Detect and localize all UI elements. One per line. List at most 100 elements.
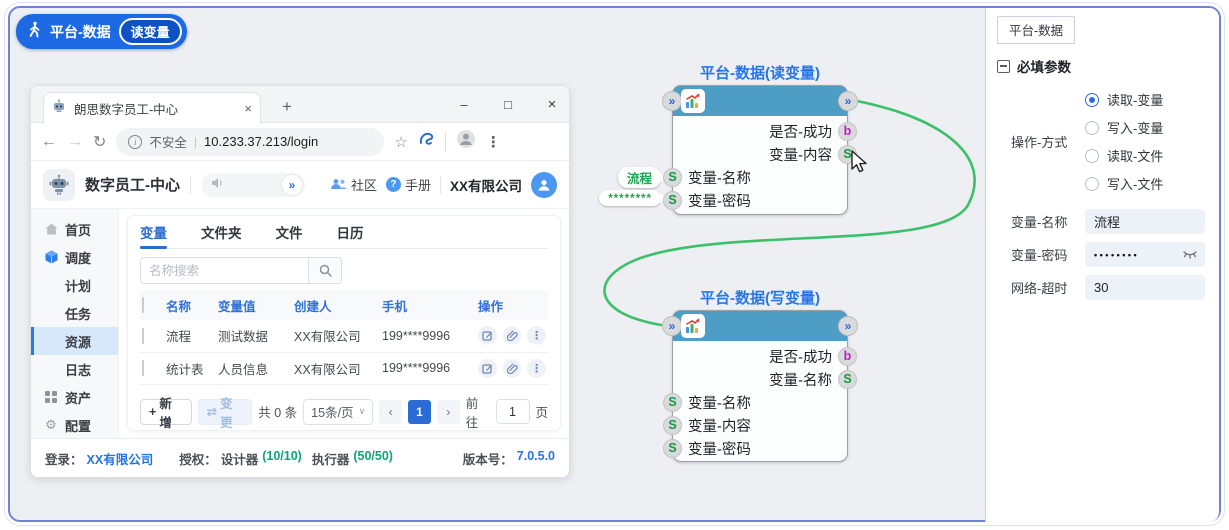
sidebar-label: 计划 [65, 276, 91, 295]
search-icon [319, 264, 332, 277]
sidebar-item-settings[interactable]: ⚙ 配置 [31, 411, 118, 439]
forward-icon[interactable]: → [67, 133, 83, 151]
community-link[interactable]: 社区 [330, 175, 377, 194]
sidebar-item-plan[interactable]: 计划 [31, 271, 118, 299]
change-button[interactable]: ⇄ 变更 [198, 399, 253, 425]
bool-port[interactable]: b [838, 347, 857, 366]
workflow-step-badge[interactable]: 平台-数据 读变量 [16, 14, 187, 49]
string-port[interactable]: S [663, 393, 682, 412]
input-value-pill[interactable]: 流程 [618, 167, 661, 188]
close-window-icon[interactable]: × [545, 96, 559, 113]
flow-in-port[interactable]: » [662, 91, 682, 111]
page-size-select[interactable]: 15条/页 ∨ [303, 399, 373, 425]
edit-icon[interactable] [478, 326, 497, 345]
manual-link[interactable]: ? 手册 [386, 175, 431, 194]
col-value[interactable]: 变量值 [216, 290, 292, 320]
bookmark-star-icon[interactable]: ☆ [394, 133, 407, 151]
string-port[interactable]: S [663, 168, 682, 187]
required-params-section[interactable]: 必填参数 [997, 56, 1205, 76]
browser-menu-icon[interactable]: ⋮ [486, 133, 501, 151]
variable-password-input[interactable]: •••••••• [1085, 242, 1205, 267]
reload-icon[interactable]: ↻ [93, 132, 106, 152]
col-name[interactable]: 名称 [164, 290, 216, 320]
eye-closed-icon[interactable] [1182, 248, 1198, 263]
current-page-button[interactable]: 1 [408, 400, 431, 424]
input-label: 变量-密码 [688, 438, 751, 459]
row-checkbox[interactable] [142, 360, 144, 376]
radio-icon[interactable] [1085, 177, 1099, 191]
node-read-variable[interactable]: » » 是否-成功 b 变量-内容 S 流程 [672, 85, 848, 215]
collapse-icon[interactable] [997, 60, 1010, 73]
table-row[interactable]: 统计表 人员信息 XX有限公司 199****9996 ⋮ [140, 352, 548, 384]
next-page-button[interactable]: › [437, 400, 460, 424]
flow-out-port[interactable]: » [838, 91, 858, 111]
sidebar-item-resource[interactable]: 资源 [31, 327, 118, 355]
radio-read-variable[interactable]: 读取-变量 [1085, 90, 1163, 109]
panel-tab[interactable]: 平台-数据 [997, 16, 1075, 44]
radio-icon[interactable] [1085, 149, 1099, 163]
new-tab-button[interactable]: + [275, 95, 299, 119]
sidebar-item-task[interactable]: 任务 [31, 299, 118, 327]
table-row[interactable]: 流程 测试数据 XX有限公司 199****9996 ⋮ [140, 320, 548, 352]
radio-write-variable[interactable]: 写入-变量 [1085, 118, 1163, 137]
bool-port[interactable]: b [838, 122, 857, 141]
sidebar-item-log[interactable]: 日志 [31, 355, 118, 383]
profile-icon[interactable] [456, 129, 476, 154]
announcement-bar[interactable]: » [201, 173, 305, 197]
expand-chevrons-icon[interactable]: » [282, 175, 302, 195]
radio-icon[interactable] [1085, 121, 1099, 135]
url-field[interactable]: i 不安全 | 10.233.37.213/login [116, 128, 384, 156]
node-header[interactable]: » » [673, 311, 847, 341]
string-port[interactable]: S [663, 191, 682, 210]
extension-icon[interactable] [418, 131, 435, 153]
goto-page-input[interactable] [496, 399, 530, 424]
row-checkbox[interactable] [142, 328, 144, 344]
sidebar-item-assets[interactable]: 资产 [31, 383, 118, 411]
attach-icon[interactable] [503, 326, 522, 345]
maximize-icon[interactable]: □ [501, 97, 515, 112]
string-port[interactable]: S [838, 370, 857, 389]
sidebar-item-home[interactable]: 首页 [31, 215, 118, 243]
flow-out-port[interactable]: » [838, 316, 858, 336]
header-checkbox[interactable] [142, 297, 144, 313]
user-avatar[interactable] [531, 172, 557, 198]
string-port[interactable]: S [663, 416, 682, 435]
home-icon [44, 223, 58, 235]
radio-read-file[interactable]: 读取-文件 [1085, 146, 1163, 165]
search-input[interactable] [140, 257, 308, 284]
node-header[interactable]: » » [673, 86, 847, 116]
search-bar [140, 257, 548, 284]
param-fields: 变量-名称 流程 变量-密码 •••••••• 网络-超时 3 [997, 209, 1205, 300]
variable-name-input[interactable]: 流程 [1085, 209, 1205, 234]
auth-label: 授权： [179, 449, 217, 468]
input-value-pill[interactable]: ******** [599, 190, 661, 206]
tab-calendar[interactable]: 日历 [337, 216, 364, 248]
tab-close-icon[interactable]: × [244, 101, 252, 116]
sidebar-item-schedule[interactable]: 调度 [31, 243, 118, 271]
more-icon[interactable]: ⋮ [527, 326, 546, 345]
col-phone[interactable]: 手机 [380, 290, 476, 320]
tab-variables[interactable]: 变量 [140, 216, 167, 248]
node-write-variable[interactable]: » » 是否-成功 b 变量-名称 S S 变 [672, 310, 848, 462]
prev-page-button[interactable]: ‹ [379, 400, 402, 424]
add-button[interactable]: + 新增 [140, 399, 192, 425]
radio-label: 写入-文件 [1107, 174, 1163, 193]
attach-icon[interactable] [503, 359, 522, 378]
tab-folders[interactable]: 文件夹 [201, 216, 242, 248]
search-button[interactable] [308, 257, 342, 284]
chart-icon [681, 314, 705, 338]
edit-icon[interactable] [478, 359, 497, 378]
more-icon[interactable]: ⋮ [527, 359, 546, 378]
tab-files[interactable]: 文件 [276, 216, 303, 248]
minimize-icon[interactable]: – [457, 97, 471, 112]
radio-selected-icon[interactable] [1085, 93, 1099, 107]
col-creator[interactable]: 创建人 [292, 290, 380, 320]
flow-in-port[interactable]: » [662, 316, 682, 336]
string-port[interactable]: S [663, 439, 682, 458]
login-company-link[interactable]: XX有限公司 [87, 449, 154, 468]
back-icon[interactable]: ← [41, 133, 57, 151]
browser-tab[interactable]: 朗思数字员工-中心 × [43, 92, 261, 123]
network-timeout-input[interactable]: 30 [1085, 275, 1205, 300]
info-icon[interactable]: i [128, 135, 142, 149]
radio-write-file[interactable]: 写入-文件 [1085, 174, 1163, 193]
